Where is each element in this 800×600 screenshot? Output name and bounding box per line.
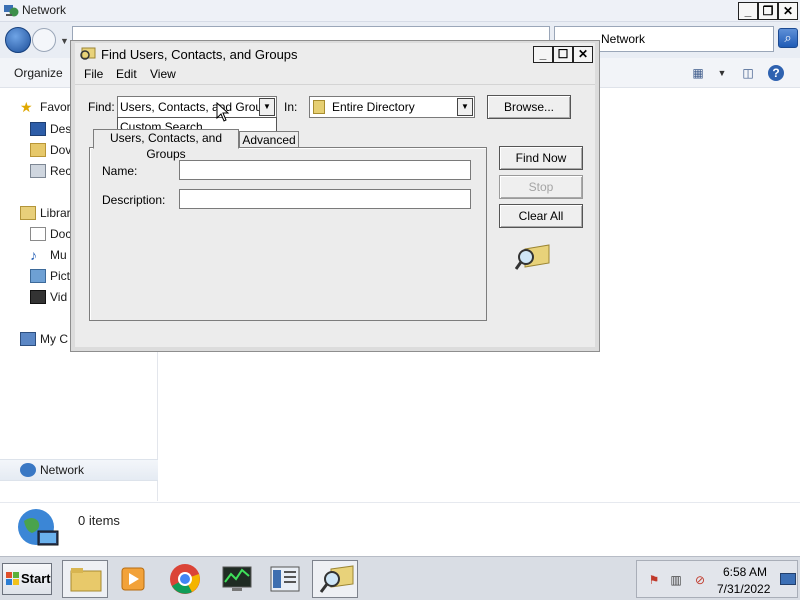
action-center-icon[interactable]: ⚑ <box>647 573 661 587</box>
clock-time[interactable]: 6:58 AM <box>723 565 767 579</box>
nav-documents[interactable]: Doc <box>30 226 71 244</box>
find-select-value: Users, Contacts, and Groups <box>120 100 275 114</box>
chevron-down-icon[interactable]: ▼ <box>259 98 275 116</box>
recent-places-icon <box>30 163 46 178</box>
directory-icon <box>313 100 325 114</box>
find-now-button[interactable]: Find Now <box>499 146 583 170</box>
find-dialog: Find Users, Contacts, and Groups _ ☐ ✕ F… <box>70 40 600 352</box>
find-label: Find: <box>88 100 115 114</box>
dialog-menubar: File Edit View <box>75 65 595 85</box>
taskbar-task-manager[interactable] <box>214 560 260 598</box>
close-button[interactable]: ✕ <box>778 2 798 20</box>
start-label: Start <box>21 571 51 586</box>
libraries-icon <box>20 205 36 220</box>
folder-icon <box>70 568 102 592</box>
explorer-title: Network <box>22 3 67 17</box>
dialog-minimize-button[interactable]: _ <box>533 46 553 63</box>
music-icon: ♪ <box>30 246 37 263</box>
desktop-icon <box>30 121 46 136</box>
view-dropdown-icon[interactable]: ▼ <box>714 65 730 81</box>
documents-icon <box>30 226 46 241</box>
minimize-button[interactable]: _ <box>738 2 758 20</box>
nav-recent[interactable]: Rec <box>30 163 71 181</box>
nav-videos[interactable]: Vid <box>30 289 67 307</box>
help-icon[interactable]: ? <box>768 65 784 81</box>
network-icon <box>4 5 19 17</box>
in-select-value: Entire Directory <box>332 100 415 114</box>
dialog-maximize-button[interactable]: ☐ <box>553 46 573 63</box>
server-manager-icon <box>270 566 300 592</box>
nav-network-item: Network <box>20 462 84 480</box>
clear-all-button[interactable]: Clear All <box>499 204 583 228</box>
in-select[interactable]: Entire Directory ▼ <box>309 96 475 118</box>
search-icon[interactable]: ⌕ <box>778 28 798 48</box>
chrome-icon <box>170 564 200 594</box>
nav-favorites[interactable]: ★ Favor <box>20 99 71 117</box>
search-value: Network <box>601 32 646 46</box>
task-manager-icon <box>222 566 252 591</box>
preview-pane-icon[interactable]: ◫ <box>740 65 756 81</box>
organize-menu[interactable]: Organize <box>14 66 63 80</box>
start-button[interactable]: Start <box>2 563 52 595</box>
menu-file[interactable]: File <box>84 67 103 81</box>
windows-logo-icon <box>6 572 19 585</box>
network-tray-icon[interactable]: ▥ <box>669 573 683 587</box>
stop-button[interactable]: Stop <box>499 175 583 199</box>
description-label: Description: <box>102 193 166 207</box>
mouse-cursor-icon <box>216 102 230 122</box>
videos-icon <box>30 289 46 304</box>
history-dropdown-icon[interactable]: ▼ <box>60 36 69 46</box>
computer-icon <box>20 331 36 346</box>
taskbar-find-users[interactable] <box>312 560 358 598</box>
maximize-button[interactable]: ❐ <box>758 2 778 20</box>
menu-edit[interactable]: Edit <box>116 67 137 81</box>
search-animation-icon <box>515 244 550 270</box>
volume-muted-icon[interactable]: ⊘ <box>693 573 707 587</box>
taskbar-server-manager[interactable] <box>262 560 308 598</box>
description-field[interactable] <box>179 189 471 209</box>
nav-pictures[interactable]: Pict <box>30 268 70 286</box>
taskbar: Start ⚑ ▥ ⊘ 6:58 AM 7/31/2022 <box>0 556 800 600</box>
tab-users-contacts-groups[interactable]: Users, Contacts, and Groups <box>93 129 239 161</box>
nav-computer[interactable]: My C <box>20 331 68 349</box>
network-globe-icon <box>18 509 59 546</box>
menu-view[interactable]: View <box>150 67 176 81</box>
downloads-folder-icon <box>30 142 46 157</box>
nav-desktop[interactable]: Des <box>30 121 71 139</box>
media-player-icon <box>121 567 145 591</box>
dialog-title: Find Users, Contacts, and Groups <box>101 47 298 62</box>
details-pane: 0 items <box>0 502 800 556</box>
taskbar-media-player[interactable] <box>110 560 156 598</box>
explorer-titlebar: Network _ ❐ ✕ <box>0 0 800 22</box>
clock-date[interactable]: 7/31/2022 <box>717 582 770 596</box>
dialog-close-button[interactable]: ✕ <box>573 46 593 63</box>
nav-libraries[interactable]: Librar <box>20 205 71 223</box>
network-icon <box>20 462 36 477</box>
search-magnifier-icon <box>319 565 354 593</box>
find-select[interactable]: Users, Contacts, and Groups ▼ <box>117 96 277 118</box>
show-desktop-icon[interactable] <box>780 573 796 585</box>
taskbar-chrome[interactable] <box>162 560 208 598</box>
view-options-icon[interactable]: ▦ <box>690 65 706 81</box>
nav-network[interactable]: Network <box>0 459 158 481</box>
star-icon: ★ <box>20 98 33 115</box>
back-arrow-icon[interactable] <box>5 27 31 53</box>
system-tray: ⚑ ▥ ⊘ 6:58 AM 7/31/2022 <box>636 560 798 598</box>
dialog-titlebar: Find Users, Contacts, and Groups _ ☐ ✕ <box>75 43 595 65</box>
nav-music[interactable]: ♪ Mu <box>30 247 67 265</box>
forward-arrow-icon[interactable] <box>32 28 56 52</box>
search-magnifier-icon <box>80 47 96 60</box>
name-field[interactable] <box>179 160 471 180</box>
items-count: 0 items <box>78 513 120 528</box>
nav-downloads[interactable]: Dov <box>30 142 71 160</box>
pictures-icon <box>30 268 46 283</box>
name-label: Name: <box>102 164 138 178</box>
taskbar-explorer[interactable] <box>62 560 108 598</box>
in-label: In: <box>284 100 298 114</box>
chevron-down-icon[interactable]: ▼ <box>457 98 473 116</box>
browse-button[interactable]: Browse... <box>487 95 571 119</box>
